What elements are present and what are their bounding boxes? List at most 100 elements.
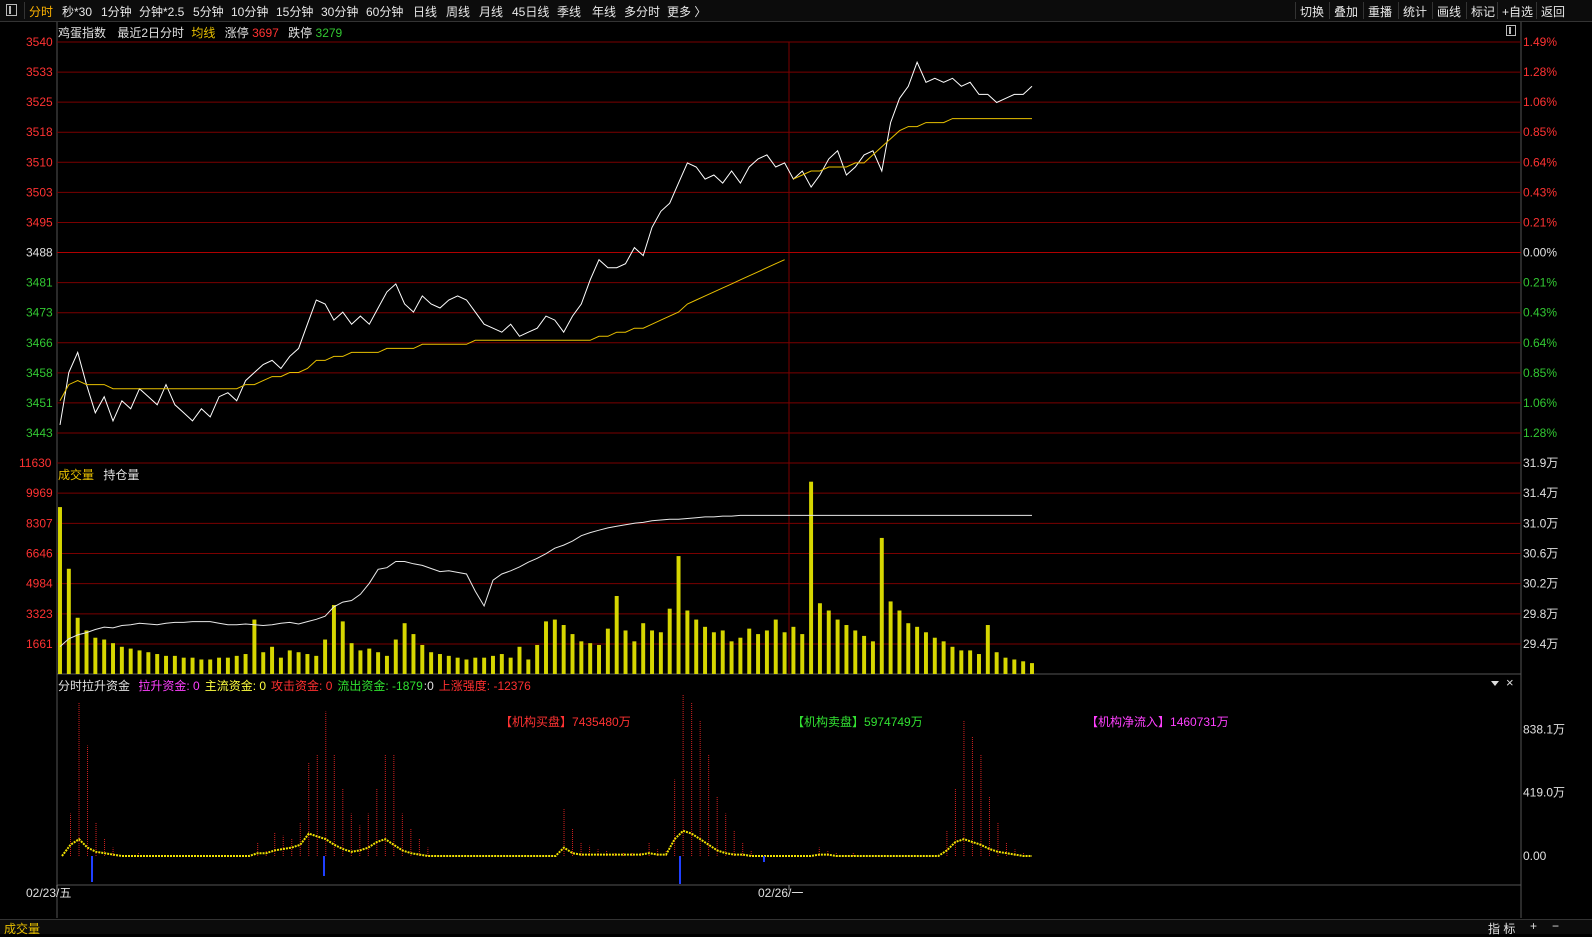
bottom-bar: 成交量 指 标 + − [0, 919, 1592, 937]
volume-bar [164, 655, 169, 674]
inst-buy-value: 7435480万 [572, 715, 631, 729]
fund-item-0: 拉升资金: 0 [138, 679, 200, 693]
price-tick-right: 1.06% [1523, 95, 1557, 109]
volume-bar [853, 630, 858, 674]
volume-bar [446, 655, 451, 674]
volume-bar [323, 639, 328, 674]
volume-bar [102, 639, 107, 674]
price-tick-left: 3540 [26, 35, 53, 49]
window-max-icon[interactable] [1506, 25, 1516, 36]
price-tick-right: 0.85% [1523, 366, 1557, 380]
volume-bar [190, 657, 195, 674]
volume-bar [499, 654, 504, 674]
volume-tick-left: 8307 [26, 516, 53, 530]
volume-bar [278, 657, 283, 674]
volume-bar [685, 610, 690, 674]
volume-bar [676, 556, 681, 674]
volume-bar [535, 644, 540, 674]
volume-bar [305, 654, 310, 674]
volume-bar [968, 650, 973, 674]
volume-bar [614, 595, 619, 674]
price-tick-left: 3488 [26, 246, 53, 260]
volume-bar [809, 481, 814, 674]
volume-bar [384, 655, 389, 674]
oi-tick-right: 30.2万 [1523, 577, 1558, 591]
volume-bar [340, 621, 345, 674]
volume-bar [464, 659, 469, 674]
volume-label: 成交量 [58, 468, 95, 482]
volume-bar [747, 628, 752, 674]
volume-bar [491, 655, 495, 674]
volume-bar [694, 619, 699, 674]
fund-mainflow-line [61, 829, 1032, 857]
volume-tick-left: 4984 [26, 577, 53, 591]
fund-title: 分时拉升资金 [58, 679, 131, 693]
price-tick-left: 3458 [26, 366, 53, 380]
limit-up-label: 涨停 [224, 26, 249, 40]
volume-bar [756, 634, 761, 674]
inst-sell-label: 【机构卖盘】 [792, 715, 865, 729]
volume-bar [455, 657, 460, 674]
volume-bar [764, 630, 769, 674]
price-tick-left: 3533 [26, 65, 53, 79]
volume-bar [959, 650, 964, 674]
volume-bar [658, 632, 663, 674]
price-tick-right: 0.43% [1523, 185, 1557, 199]
indicator-button[interactable]: 指 标 [1488, 920, 1515, 937]
volume-bar [1021, 661, 1026, 674]
volume-bar [172, 655, 177, 674]
volume-bar [544, 621, 548, 674]
volume-bar [270, 646, 275, 674]
oi-tick-right: 29.4万 [1523, 637, 1558, 651]
volume-bar [738, 637, 743, 674]
volume-bar [420, 644, 425, 674]
inst-buy-label: 【机构买盘】 [500, 715, 573, 729]
volume-bar [252, 619, 257, 674]
limit-up-value: 3697 [252, 26, 279, 40]
volume-bar [720, 630, 725, 674]
inst-buy: 【机构买盘】7435480万 [500, 713, 631, 730]
volume-bar [393, 639, 398, 674]
price-header: 鸡蛋指数 最近2日分时 均线 涨停 3697 跌停 3279 [58, 24, 342, 41]
fund-tick-right: 419.0万 [1523, 786, 1565, 800]
volume-bar [526, 659, 531, 674]
volume-bar [915, 626, 920, 674]
volume-bar [862, 635, 867, 674]
price-tick-right: 0.00% [1523, 246, 1557, 260]
limit-down-label: 跌停 [288, 26, 313, 40]
limit-down-value: 3279 [315, 26, 343, 40]
volume-bar [605, 628, 610, 674]
volume-bar [570, 634, 575, 674]
dropdown-icon[interactable] [1491, 681, 1499, 686]
price-tick-left: 3481 [26, 276, 53, 290]
volume-bar [243, 654, 248, 674]
fund-item-3: 流出资金: -1879 [337, 679, 423, 693]
inst-sell-value: 5974749万 [864, 715, 923, 729]
volume-tick-left: 9969 [26, 486, 53, 500]
price-tick-left: 3473 [26, 306, 53, 320]
volume-bar [879, 537, 884, 674]
x-label-day2: 02/26/一 [758, 886, 803, 900]
close-icon[interactable]: × [1506, 675, 1514, 690]
volume-bar [597, 644, 601, 674]
volume-bar [923, 632, 928, 674]
volume-bar [376, 652, 381, 674]
volume-bar [199, 659, 204, 674]
volume-bar [437, 654, 442, 674]
price-tick-right: 0.21% [1523, 215, 1557, 229]
volume-bar [93, 637, 98, 674]
volume-bar [217, 657, 222, 674]
volume-bar [870, 641, 875, 674]
price-line [59, 60, 1033, 425]
bottom-volume-tab[interactable]: 成交量 [4, 920, 40, 937]
price-tick-right: 1.49% [1523, 35, 1557, 49]
zoom-out-button[interactable]: − [1552, 919, 1559, 933]
volume-bar [261, 652, 266, 674]
volume-bar [155, 654, 160, 674]
volume-bar [331, 605, 336, 674]
volume-bar [473, 657, 478, 674]
volume-bar [111, 643, 115, 674]
zoom-in-button[interactable]: + [1530, 919, 1537, 933]
volume-bar [552, 619, 557, 674]
price-tick-left: 3466 [26, 336, 53, 350]
